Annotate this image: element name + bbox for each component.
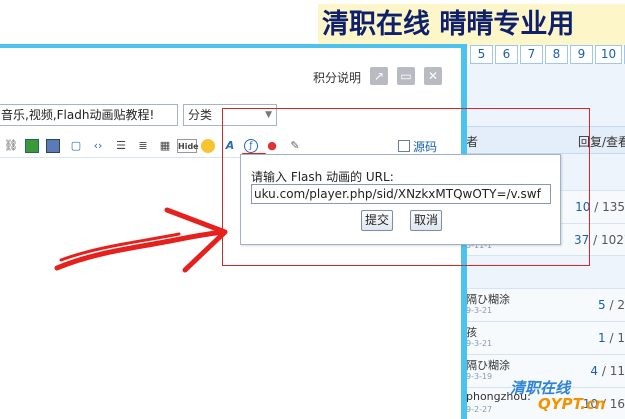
view-count: 11 — [609, 364, 625, 378]
reply-count: 1 — [598, 331, 606, 345]
editor-header: 积分说明 ↗ ▭ ✕ — [0, 48, 461, 98]
page-link[interactable]: 5 — [470, 45, 493, 64]
view-count: 16 — [609, 397, 625, 411]
popout-icon[interactable]: ↗ — [370, 67, 388, 85]
unordered-list-icon[interactable]: ≣ — [136, 139, 150, 153]
cancel-button[interactable]: 取消 — [410, 210, 442, 231]
category-label: 分类 — [188, 108, 213, 122]
subject-input[interactable]: 音乐,视频,Fladh动画贴教程! — [0, 104, 178, 126]
view-count: 2 — [617, 298, 625, 312]
view-count: 1 — [617, 331, 625, 345]
site-banner: 清职在线 晴晴专业用 — [318, 4, 625, 46]
thread-stats: 4 / 11 — [590, 364, 625, 378]
reply-count: 4 — [590, 364, 599, 378]
thread-date: 9-2-27 — [466, 405, 493, 414]
maximize-icon[interactable]: ▭ — [397, 67, 415, 85]
thread-stats: 5 / 2 — [598, 298, 625, 312]
thread-date: 9-3-19 — [466, 372, 493, 381]
page-pager: 5 6 7 8 9 10 — [470, 45, 625, 64]
points-help-link[interactable]: 积分说明 — [313, 69, 361, 86]
page-link[interactable]: 7 — [520, 45, 543, 64]
view-count: 135 — [602, 200, 625, 214]
image-icon[interactable] — [25, 139, 39, 153]
close-icon[interactable]: ✕ — [424, 67, 442, 85]
watermark-url: QYPT.cn — [538, 395, 606, 413]
reply-count: 5 — [598, 298, 606, 312]
thread-row[interactable]: 隔ひ糊涂 9-3-21 5 / 2 — [462, 288, 625, 321]
page-link[interactable]: 8 — [545, 45, 568, 64]
thread-date: 9-3-21 — [466, 306, 493, 315]
thread-row[interactable]: 孩 9-3-21 1 / 1 — [462, 321, 625, 354]
page-link[interactable]: 9 — [570, 45, 593, 64]
link-icon[interactable]: ⛓ — [4, 139, 18, 153]
table-icon[interactable]: ▦ — [158, 139, 172, 153]
code-icon[interactable]: ‹› — [91, 139, 105, 153]
flash-url-dialog: 请输入 Flash 动画的 URL: uku.com/player.php/si… — [240, 154, 561, 245]
thread-stats: 1 / 1 — [598, 331, 625, 345]
thread-date: 9-3-21 — [466, 339, 493, 348]
annotation-arrow — [54, 207, 228, 273]
page-link[interactable]: 10 — [595, 45, 622, 64]
flash-url-prompt: 请输入 Flash 动画的 URL: — [251, 170, 394, 184]
thread-author[interactable]: 孩 — [466, 324, 477, 340]
thread-author[interactable]: 隔ひ糊涂 — [466, 291, 510, 307]
thread-author[interactable]: 隔ひ糊涂 — [466, 357, 510, 373]
submit-button[interactable]: 提交 — [361, 210, 393, 231]
view-count: 1027 — [600, 233, 625, 247]
hide-icon[interactable]: Hide — [177, 139, 199, 153]
media-icon[interactable] — [46, 139, 60, 153]
ordered-list-icon[interactable]: ☰ — [114, 139, 128, 153]
flash-url-input[interactable]: uku.com/player.php/sid/XNzkxMTQwOTY=/v.s… — [251, 184, 551, 204]
quote-icon[interactable]: ▢ — [69, 139, 83, 153]
smiley-icon[interactable] — [201, 139, 215, 153]
page-link[interactable]: 6 — [495, 45, 518, 64]
